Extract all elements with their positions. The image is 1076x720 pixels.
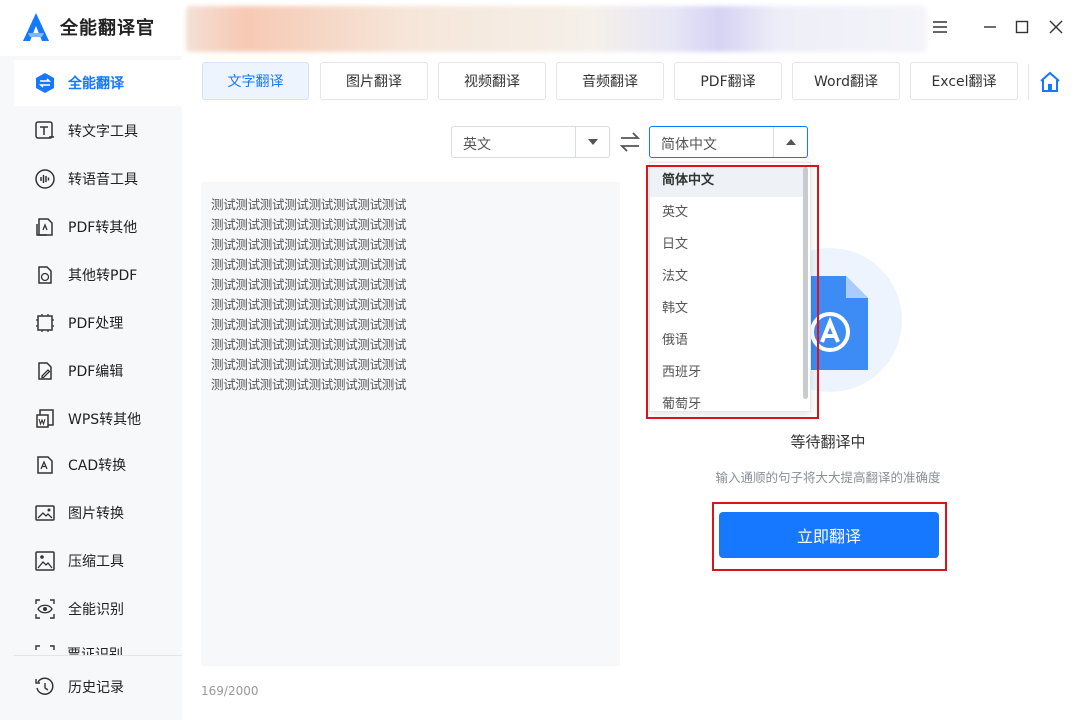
voice-wave-icon: [34, 168, 56, 190]
tab-audio-translate[interactable]: 音频翻译: [556, 62, 664, 100]
sidebar-item-label: CAD转换: [68, 458, 127, 474]
sidebar-item-compress[interactable]: 压缩工具: [14, 538, 182, 584]
sidebar-item-recognize[interactable]: 全能识别: [14, 586, 182, 632]
target-language-value: 简体中文: [661, 137, 717, 153]
sidebar-item-cad-convert[interactable]: CAD转换: [14, 442, 182, 488]
cad-convert-icon: [34, 454, 56, 476]
pdf-import-icon: [34, 264, 56, 286]
sidebar-item-label: PDF转其他: [68, 220, 138, 236]
tab-divider: [1028, 64, 1029, 100]
input-text-line: 测试测试测试测试测试测试测试测试: [211, 257, 407, 272]
minimize-icon[interactable]: [976, 14, 1004, 40]
sidebar-divider: [14, 655, 182, 656]
input-text-line: 测试测试测试测试测试测试测试测试: [211, 197, 407, 212]
sidebar-item-label: 全能翻译: [68, 76, 124, 92]
sidebar-item-ticket-scan[interactable]: 票证识别: [34, 640, 184, 655]
pdf-edit-icon: [34, 360, 56, 382]
sidebar-item-image-convert[interactable]: 图片转换: [14, 490, 182, 536]
sidebar-item-pdf-to-other[interactable]: PDF转其他: [14, 204, 182, 250]
wps-convert-icon: [34, 408, 56, 430]
input-text-line: 测试测试测试测试测试测试测试测试: [211, 277, 407, 292]
home-icon[interactable]: [1038, 70, 1062, 94]
tab-image-translate[interactable]: 图片翻译: [320, 62, 428, 100]
app-logo-icon: [23, 13, 49, 41]
tab-text-translate[interactable]: 文字翻译: [202, 62, 309, 100]
swap-language-icon[interactable]: [618, 131, 642, 153]
banner-ad[interactable]: [186, 6, 926, 52]
translate-swap-icon: [34, 72, 56, 94]
sidebar-item-label: PDF编辑: [68, 364, 124, 380]
sidebar-item-label: 票证识别: [67, 647, 123, 655]
tab-excel-translate[interactable]: Excel翻译: [910, 62, 1018, 100]
input-text-line: 测试测试测试测试测试测试测试测试: [211, 297, 407, 312]
text-convert-icon: [34, 120, 56, 142]
pdf-process-icon: [34, 312, 56, 334]
input-text-line: 测试测试测试测试测试测试测试测试: [211, 377, 407, 392]
sidebar-item-label: WPS转其他: [68, 412, 142, 428]
input-text-line: 测试测试测试测试测试测试测试测试: [211, 337, 407, 352]
highlight-box: [712, 502, 947, 571]
char-counter: 169/2000: [201, 684, 259, 698]
highlight-box: [646, 165, 819, 419]
tab-video-translate[interactable]: 视频翻译: [438, 62, 546, 100]
ticket-scan-icon: [35, 645, 55, 650]
pdf-export-icon: [34, 216, 56, 238]
sidebar-item-translate[interactable]: 全能翻译: [14, 60, 182, 106]
source-text-input[interactable]: 测试测试测试测试测试测试测试测试 测试测试测试测试测试测试测试测试 测试测试测试…: [201, 182, 620, 666]
sidebar-item-label: 压缩工具: [68, 554, 124, 570]
sidebar-item-label: 历史记录: [68, 680, 124, 696]
source-language-select[interactable]: 英文: [451, 126, 610, 158]
sidebar-item-label: 全能识别: [68, 602, 124, 618]
input-text-line: 测试测试测试测试测试测试测试测试: [211, 217, 407, 232]
input-text-line: 测试测试测试测试测试测试测试测试: [211, 357, 407, 372]
source-language-value: 英文: [463, 137, 491, 153]
menu-icon[interactable]: [926, 14, 954, 40]
eye-scan-icon: [34, 598, 56, 620]
result-hint: 输入通顺的句子将大大提高翻译的准确度: [715, 470, 941, 485]
sidebar-item-label: 转语音工具: [68, 172, 138, 188]
sidebar-item-text-tool[interactable]: 转文字工具: [14, 108, 182, 154]
sidebar-item-label: 转文字工具: [68, 124, 138, 140]
sidebar-item-pdf-process[interactable]: PDF处理: [14, 300, 182, 346]
sidebar-item-label: 图片转换: [68, 506, 124, 522]
input-text-line: 测试测试测试测试测试测试测试测试: [211, 237, 407, 252]
sidebar-item-voice-tool[interactable]: 转语音工具: [14, 156, 182, 202]
app-title: 全能翻译官: [60, 18, 155, 39]
compress-image-icon: [34, 550, 56, 572]
title-bar: 全能翻译官: [0, 0, 1076, 56]
result-status-title: 等待翻译中: [790, 433, 866, 451]
history-clock-icon: [34, 676, 56, 698]
sidebar-item-wps-convert[interactable]: WPS转其他: [14, 396, 182, 442]
sidebar-item-pdf-edit[interactable]: PDF编辑: [14, 348, 182, 394]
tab-pdf-translate[interactable]: PDF翻译: [674, 62, 782, 100]
chevron-up-icon[interactable]: [773, 127, 807, 157]
maximize-icon[interactable]: [1008, 14, 1036, 40]
input-text-line: 测试测试测试测试测试测试测试测试: [211, 317, 407, 332]
sidebar-item-other-to-pdf[interactable]: 其他转PDF: [14, 252, 182, 298]
close-icon[interactable]: [1042, 14, 1070, 40]
image-convert-icon: [34, 502, 56, 524]
sidebar-item-label: PDF处理: [68, 316, 124, 332]
sidebar-item-label: 其他转PDF: [68, 268, 138, 284]
target-language-select[interactable]: 简体中文: [649, 126, 808, 158]
sidebar-item-history[interactable]: 历史记录: [14, 664, 182, 710]
tab-word-translate[interactable]: Word翻译: [792, 62, 900, 100]
chevron-down-icon[interactable]: [575, 127, 609, 157]
